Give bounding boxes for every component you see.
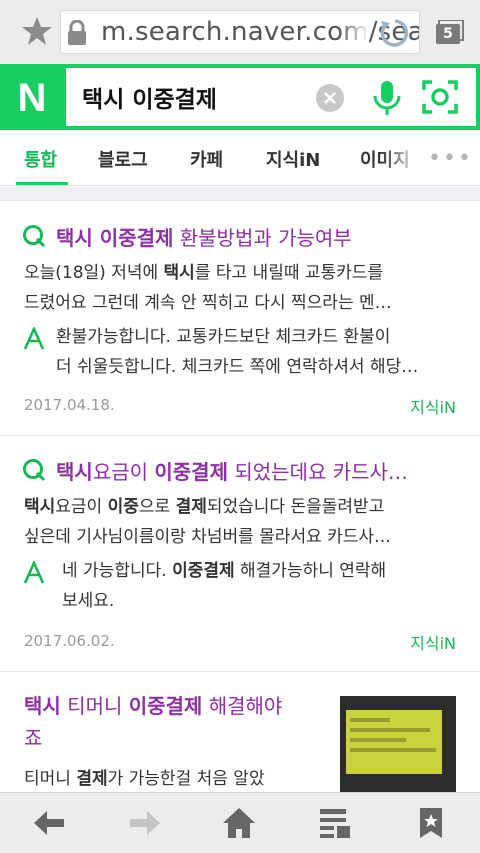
result-snippet: 오늘(18일) 저녁에 택시를 타고 내릴때 교통카드를드렸어요 그런데 계속 … xyxy=(24,258,454,318)
result-title-line2: 죠 xyxy=(24,726,43,750)
search-query[interactable]: 택시 이중결제 xyxy=(82,80,217,114)
result-title[interactable]: 택시 이중결제 환불방법과 가능여부 xyxy=(56,222,352,251)
text-run: 더 쉬울듯합니다. 체크카드 쪽에 연락하셔서 해당… xyxy=(56,357,419,377)
result-title-text: 환불방법과 가능여부 xyxy=(173,226,352,250)
lock-icon xyxy=(68,20,86,45)
result-title[interactable]: 택시 티머니 이중결제 해결해야죠 xyxy=(24,690,324,754)
highlight-text: 이중 xyxy=(107,497,139,517)
url-fade xyxy=(339,11,369,53)
mic-icon[interactable] xyxy=(370,80,404,116)
text-line: 네 가능합니다. 이중결제 해결가능하니 연락해 xyxy=(62,556,454,586)
result-answer: 환불가능합니다. 교통카드보단 체크카드 환불이더 쉬울듯합니다. 체크카드 쪽… xyxy=(24,322,454,382)
text-line: 드렸어요 그런데 계속 안 찍히고 다시 찍으라는 멘… xyxy=(24,288,454,318)
text-run: 해결해야 xyxy=(202,694,283,718)
result-answer: 네 가능합니다. 이중결제 해결가능하니 연락해보세요. xyxy=(24,556,454,616)
text-line: 오늘(18일) 저녁에 택시를 타고 내릴때 교통카드를 xyxy=(24,258,454,288)
highlight-text: 택시 xyxy=(163,263,195,283)
text-run: 오늘(18일) 저녁에 xyxy=(24,263,164,283)
text-run: 티머니 xyxy=(60,694,129,718)
highlight-text: 결제 xyxy=(76,769,108,789)
question-icon xyxy=(23,459,46,482)
highlight-text: 이중결제 xyxy=(154,460,228,484)
text-run: 가 가능한걸 처음 알았 xyxy=(107,769,265,789)
text-run: 으로 xyxy=(138,497,176,517)
highlight-text: 이중결제 xyxy=(128,694,203,718)
tabs-fade xyxy=(380,130,430,184)
text-line: 더 쉬울듯합니다. 체크카드 쪽에 연락하셔서 해당… xyxy=(56,352,454,382)
star-icon[interactable] xyxy=(20,14,54,48)
result-title[interactable]: 택시요금이 이중결제 되었는데요 카드사… xyxy=(56,456,408,485)
home-icon[interactable] xyxy=(222,807,256,839)
result-thumbnail[interactable] xyxy=(340,696,456,792)
text-run: 해결가능하니 연락해 xyxy=(234,561,387,581)
text-line: 환불가능합니다. 교통카드보단 체크카드 환불이 xyxy=(56,322,454,352)
bottom-navigation xyxy=(0,792,480,853)
result-snippet: 티머니 결제가 가능한걸 처음 알았 xyxy=(24,764,265,789)
result-date: 2017.04.18. xyxy=(24,396,115,414)
result-snippet: 택시요금이 이중으로 결제되었습니다 돈을돌려받고싶은데 기사님이름이랑 차넘버… xyxy=(24,492,454,552)
highlight-text: 택시 xyxy=(56,460,93,484)
tab-cafe[interactable]: 카페 xyxy=(190,146,223,172)
tab-kin[interactable]: 지식iN xyxy=(266,146,320,172)
text-run: 되었습니다 돈을돌려받고 xyxy=(206,497,385,517)
reader-icon[interactable] xyxy=(318,807,352,839)
text-run: 환불가능합니다. 교통카드보단 체크카드 환불이 xyxy=(56,327,391,347)
tab-count[interactable]: 5 xyxy=(436,24,460,44)
text-run: 보세요. xyxy=(62,591,115,611)
tab-blog[interactable]: 블로그 xyxy=(98,146,148,172)
naver-logo[interactable]: N xyxy=(8,76,56,120)
text-line: 싶은데 기사님이름이랑 차넘버를 몰라서요 카드사… xyxy=(24,522,454,552)
url-text: m.search.naver.com/search xyxy=(101,17,419,47)
tab-all[interactable]: 통합 xyxy=(24,146,57,172)
text-run: 를 타고 내릴때 교통카드를 xyxy=(194,263,384,283)
browser-toolbar: m.search.naver.com/search 5 xyxy=(0,0,480,64)
forward-arrow-icon[interactable] xyxy=(128,807,162,839)
result-date: 2017.06.02. xyxy=(24,632,115,650)
text-line: 보세요. xyxy=(62,586,454,616)
back-arrow-icon[interactable] xyxy=(32,807,66,839)
reload-icon[interactable] xyxy=(379,17,411,49)
thumbnail-text-line xyxy=(350,718,390,722)
thumbnail-screen xyxy=(346,710,442,774)
more-icon[interactable]: ••• xyxy=(428,146,473,171)
active-tab-underline xyxy=(16,182,68,185)
result-item: 택시요금이 이중결제 되었는데요 카드사… 택시요금이 이중으로 결제되었습니다… xyxy=(0,436,480,672)
text-run: 요금이 xyxy=(55,497,108,517)
text-run: 드렸어요 그런데 계속 안 찍히고 다시 찍으라는 멘… xyxy=(24,293,392,313)
category-tabs: 통합 블로그 카페 지식iN 이미지 ••• xyxy=(0,130,480,186)
bookmark-icon[interactable] xyxy=(414,807,448,839)
lens-icon[interactable] xyxy=(422,80,458,114)
thumbnail-text-line xyxy=(350,738,406,742)
text-line: 택시요금이 이중으로 결제되었습니다 돈을돌려받고 xyxy=(24,492,454,522)
result-item: 택시 이중결제 환불방법과 가능여부 오늘(18일) 저녁에 택시를 타고 내릴… xyxy=(0,202,480,436)
highlight-text: 택시 xyxy=(24,694,61,718)
text-run: 네 가능합니다. xyxy=(62,561,173,581)
section-divider xyxy=(0,187,480,201)
highlight-text: 이중결제 xyxy=(172,561,235,581)
search-input[interactable]: 택시 이중결제 xyxy=(66,68,476,126)
text-run: 요금이 xyxy=(92,460,155,484)
text-run: 티머니 xyxy=(24,769,77,789)
question-icon xyxy=(23,225,46,248)
highlight-text: 택시 xyxy=(24,497,56,517)
naver-search-header: N 택시 이중결제 xyxy=(0,64,480,130)
address-bar[interactable]: m.search.naver.com/search xyxy=(60,10,420,54)
result-item: 택시 티머니 이중결제 해결해야죠 티머니 결제가 가능한걸 처음 알았 xyxy=(0,672,480,792)
clear-icon[interactable] xyxy=(316,84,344,112)
result-source[interactable]: 지식iN xyxy=(410,630,456,654)
result-title-highlight: 택시 이중결제 xyxy=(56,226,174,250)
thumbnail-text-line xyxy=(350,728,430,732)
thumbnail-text-line xyxy=(350,748,436,752)
result-source[interactable]: 지식iN xyxy=(410,394,456,418)
text-run: 싶은데 기사님이름이랑 차넘버를 몰라서요 카드사… xyxy=(24,527,392,547)
text-run: 되었는데요 카드사… xyxy=(227,460,408,484)
highlight-text: 결제 xyxy=(175,497,207,517)
